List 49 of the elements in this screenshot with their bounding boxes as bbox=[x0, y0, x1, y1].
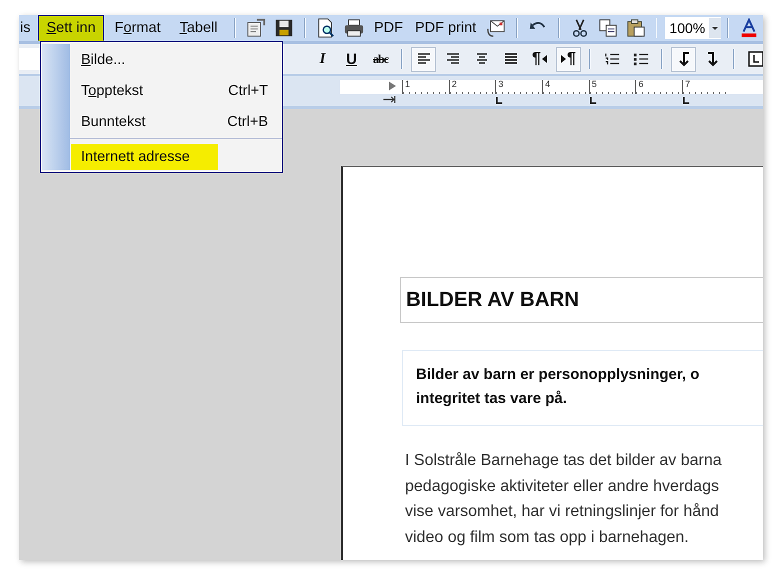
format-button[interactable]: abc bbox=[368, 46, 393, 72]
numbered-list-icon[interactable] bbox=[604, 51, 620, 67]
tab-stop-icon[interactable] bbox=[496, 97, 503, 104]
zoom-field[interactable]: 100% bbox=[665, 17, 722, 39]
ruler-number: 5 bbox=[592, 79, 597, 89]
envelope-icon[interactable] bbox=[486, 18, 506, 38]
toolbar-button[interactable]: PDF bbox=[368, 20, 409, 36]
shortcut-text: Ctrl+B bbox=[227, 114, 268, 130]
menu-option[interactable]: Bunntekst bbox=[71, 108, 156, 134]
menu-item[interactable]: is bbox=[19, 15, 36, 41]
paragraph-direction-button[interactable]: ¶ bbox=[527, 46, 552, 72]
ruler-number: 2 bbox=[452, 79, 457, 89]
paragraph-direction-button[interactable]: ¶ bbox=[556, 46, 581, 72]
indent-marker-icon[interactable] bbox=[389, 81, 396, 91]
properties-icon[interactable] bbox=[246, 18, 266, 38]
body-paragraph: I Solstråle Barnehage tas det bilder av barna pedagogiske aktiviteter eller andre hverdags vise varsomhet, har vi retningslinjer for hånd video og film som tas opp i barnehagen. bbox=[405, 451, 723, 548]
print-preview-icon[interactable] bbox=[316, 18, 336, 38]
menu-item[interactable]: Format bbox=[106, 15, 169, 41]
menu-item[interactable]: Tabell bbox=[172, 15, 226, 41]
ruler-number: 7 bbox=[685, 79, 690, 89]
copy-icon[interactable] bbox=[598, 18, 618, 38]
format-button[interactable]: I bbox=[310, 46, 335, 72]
menu-option[interactable]: Topptekst bbox=[71, 78, 154, 104]
document-heading: BILDER AV BARN bbox=[400, 277, 763, 323]
tab-stop-icon[interactable] bbox=[683, 97, 690, 104]
save-icon[interactable] bbox=[274, 18, 294, 38]
ruler-number: 4 bbox=[545, 79, 550, 89]
clipboard-icon[interactable] bbox=[626, 18, 646, 38]
shortcut-text: Ctrl+T bbox=[228, 82, 268, 98]
menu-item[interactable]: Sett inn bbox=[38, 15, 104, 41]
bullet-list-icon[interactable] bbox=[632, 51, 648, 67]
toolbar-button[interactable]: PDF print bbox=[408, 20, 482, 36]
ruler-number: 3 bbox=[498, 79, 504, 89]
justify-icon[interactable] bbox=[502, 51, 518, 67]
menu-option[interactable]: Internett adresse bbox=[71, 144, 218, 170]
format-button[interactable]: U bbox=[339, 46, 364, 72]
font-color-icon[interactable] bbox=[738, 18, 759, 38]
font-field[interactable] bbox=[19, 48, 40, 70]
ruler-number: 6 bbox=[638, 79, 644, 89]
tab-stop-icon[interactable] bbox=[590, 97, 597, 104]
ruler[interactable]: 1 2 3 4 5 6 7 bbox=[340, 80, 763, 94]
ruler-number: 1 bbox=[405, 79, 410, 89]
align-left-icon[interactable] bbox=[416, 51, 432, 67]
align-right-icon[interactable] bbox=[444, 51, 460, 67]
indent-icon[interactable] bbox=[383, 96, 396, 103]
callout-text: Bilder av barn er personopplysninger, o integritet tas vare på. bbox=[402, 350, 763, 426]
printer-icon[interactable] bbox=[344, 18, 364, 38]
frame-icon[interactable] bbox=[748, 51, 763, 67]
menu-option[interactable]: Bilde... bbox=[71, 46, 136, 72]
